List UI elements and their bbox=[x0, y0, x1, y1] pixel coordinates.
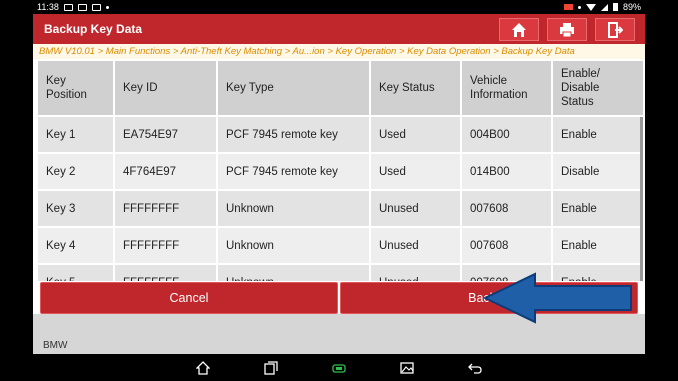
vehicle-brand-label: BMW bbox=[43, 340, 68, 351]
cell-enable-status: Enable bbox=[551, 226, 643, 265]
cell-vehicle-information: 014B00 bbox=[460, 152, 553, 191]
nav-diagnostic-button[interactable] bbox=[330, 359, 348, 377]
cell-key-position: Key 1 bbox=[36, 115, 115, 154]
key-data-table: Key Position Key ID Key Type Key Status … bbox=[36, 59, 643, 281]
cell-enable-status: Disable bbox=[551, 152, 643, 191]
table-scrollbar[interactable] bbox=[640, 117, 643, 281]
home-icon bbox=[196, 360, 210, 375]
header-key-status: Key Status bbox=[369, 59, 462, 117]
image-icon bbox=[400, 361, 414, 374]
notification-icon bbox=[91, 3, 101, 11]
breadcrumb: BMW V10.01 > Main Functions > Anti-Theft… bbox=[33, 44, 645, 59]
table-row[interactable]: Key 2 4F764E97 PCF 7945 remote key Used … bbox=[36, 152, 643, 191]
cell-key-position: Key 2 bbox=[36, 152, 115, 191]
cell-key-id: FFFFFFFF bbox=[113, 226, 218, 265]
cell-vehicle-information: 007608 bbox=[460, 189, 553, 228]
battery-icon bbox=[612, 3, 618, 11]
cell-key-type: Unknown bbox=[216, 226, 371, 265]
header-key-id: Key ID bbox=[113, 59, 218, 117]
cast-icon bbox=[563, 4, 573, 10]
blue-arrow-annotation bbox=[483, 272, 632, 324]
cell-vehicle-information: 004B00 bbox=[460, 115, 553, 154]
cell-key-status: Unused bbox=[369, 226, 462, 265]
print-button[interactable] bbox=[547, 18, 587, 41]
nav-back-button[interactable] bbox=[466, 359, 484, 377]
cell-key-status: Unused bbox=[369, 189, 462, 228]
table-row[interactable]: Key 1 EA754E97 PCF 7945 remote key Used … bbox=[36, 115, 643, 154]
cell-key-status: Unused bbox=[369, 263, 462, 281]
cell-key-type: PCF 7945 remote key bbox=[216, 152, 371, 191]
table-row[interactable]: Key 4 FFFFFFFF Unknown Unused 007608 Ena… bbox=[36, 226, 643, 265]
notification-icon bbox=[77, 3, 87, 11]
cell-vehicle-information: 007608 bbox=[460, 226, 553, 265]
cell-key-id: FFFFFFFF bbox=[113, 263, 218, 281]
header-vehicle-information: Vehicle Information bbox=[460, 59, 553, 117]
cell-enable-status: Enable bbox=[551, 115, 643, 154]
nav-recents-button[interactable] bbox=[262, 359, 280, 377]
cell-key-type: PCF 7945 remote key bbox=[216, 115, 371, 154]
cell-key-position: Key 5 bbox=[36, 263, 115, 281]
recent-apps-icon bbox=[264, 360, 278, 375]
android-nav-bar bbox=[33, 354, 645, 381]
title-bar: Backup Key Data bbox=[33, 14, 645, 44]
cell-key-type: Unknown bbox=[216, 263, 371, 281]
exit-button[interactable] bbox=[595, 18, 635, 41]
nav-screenshot-button[interactable] bbox=[398, 359, 416, 377]
header-enable-disable-status: Enable/ Disable Status bbox=[551, 59, 643, 117]
cell-key-id: 4F764E97 bbox=[113, 152, 218, 191]
cell-key-status: Used bbox=[369, 115, 462, 154]
home-icon bbox=[512, 22, 526, 37]
table-header-row: Key Position Key ID Key Type Key Status … bbox=[36, 59, 643, 117]
clock: 11:38 bbox=[37, 2, 59, 12]
car-diagnostic-icon bbox=[332, 363, 346, 373]
cell-key-position: Key 4 bbox=[36, 226, 115, 265]
wifi-icon bbox=[585, 3, 596, 11]
page-title: Backup Key Data bbox=[44, 22, 143, 36]
header-key-type: Key Type bbox=[216, 59, 371, 117]
battery-percent: 89% bbox=[622, 2, 641, 12]
alarm-icon bbox=[577, 5, 581, 9]
cell-key-position: Key 3 bbox=[36, 189, 115, 228]
signal-icon bbox=[600, 3, 608, 11]
cell-key-status: Used bbox=[369, 152, 462, 191]
nav-home-button[interactable] bbox=[194, 359, 212, 377]
more-notifications-icon bbox=[105, 5, 109, 9]
cell-key-id: EA754E97 bbox=[113, 115, 218, 154]
header-key-position: Key Position bbox=[36, 59, 115, 117]
back-icon bbox=[468, 363, 482, 374]
cancel-button[interactable]: Cancel bbox=[40, 282, 338, 314]
home-button[interactable] bbox=[499, 18, 539, 41]
cell-key-id: FFFFFFFF bbox=[113, 189, 218, 228]
table-row[interactable]: Key 3 FFFFFFFF Unknown Unused 007608 Ena… bbox=[36, 189, 643, 228]
exit-icon bbox=[608, 21, 623, 38]
tablet-screen: 11:38 89% Backup Key Data BMW V10.01 > M… bbox=[0, 0, 678, 381]
cell-key-type: Unknown bbox=[216, 189, 371, 228]
android-status-bar: 11:38 89% bbox=[33, 0, 645, 14]
cell-enable-status: Enable bbox=[551, 189, 643, 228]
notification-icon bbox=[63, 3, 73, 11]
print-icon bbox=[560, 22, 574, 37]
